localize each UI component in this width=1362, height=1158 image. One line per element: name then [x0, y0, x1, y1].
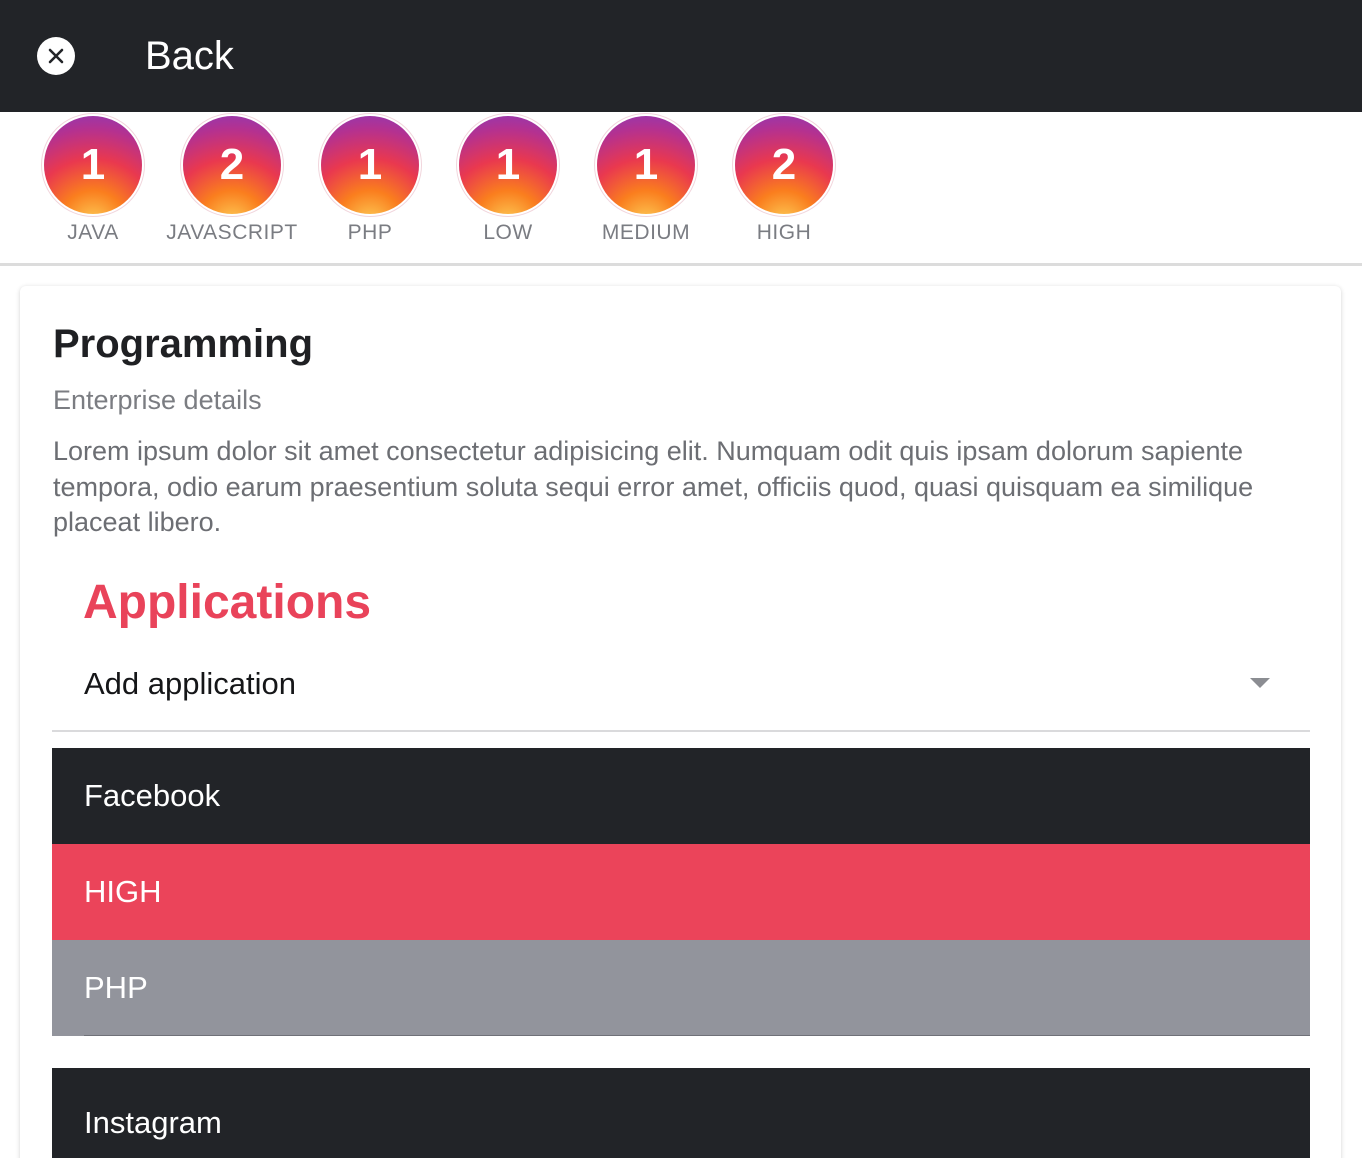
applications-heading: Applications [83, 576, 372, 629]
stat-count-badge: 2 [183, 116, 281, 214]
stat-java[interactable]: 1 JAVA [24, 116, 162, 245]
stat-label: HIGH [756, 221, 812, 244]
stat-label: PHP [347, 221, 393, 244]
application-name[interactable]: Facebook [52, 748, 1310, 844]
application-language[interactable]: PHP [52, 940, 1310, 1036]
top-toolbar: Back [0, 0, 1362, 112]
priority-label: HIGH [84, 874, 162, 909]
stat-count-badge: 2 [735, 116, 833, 214]
stat-javascript[interactable]: 2 JAVASCRIPT [163, 116, 301, 245]
stat-label: JAVA [67, 221, 119, 244]
stat-low[interactable]: 1 LOW [439, 116, 577, 245]
application-item-facebook: Facebook HIGH PHP [52, 748, 1310, 1036]
application-name-label: Instagram [84, 1105, 222, 1140]
stat-count-badge: 1 [321, 116, 419, 214]
close-button[interactable] [37, 37, 75, 75]
stats-bar: 1 JAVA 2 JAVASCRIPT 1 PHP 1 LOW 1 MEDIUM… [0, 112, 1362, 266]
application-priority[interactable]: HIGH [52, 844, 1310, 940]
stat-high[interactable]: 2 HIGH [715, 116, 853, 245]
card-title: Programming [53, 322, 314, 366]
card-subtitle: Enterprise details [53, 385, 262, 415]
card-description: Lorem ipsum dolor sit amet consectetur a… [53, 436, 1254, 537]
stat-label: MEDIUM [601, 221, 691, 244]
stat-medium[interactable]: 1 MEDIUM [577, 116, 715, 245]
stat-php[interactable]: 1 PHP [301, 116, 439, 245]
back-title[interactable]: Back [145, 32, 234, 80]
chevron-down-icon [1250, 678, 1270, 688]
stat-count-badge: 1 [44, 116, 142, 214]
stat-count-badge: 1 [597, 116, 695, 214]
language-label: PHP [84, 970, 148, 1005]
add-application-select[interactable]: Add application [52, 646, 1310, 732]
application-name[interactable]: Instagram [52, 1068, 1310, 1158]
stat-count-badge: 1 [459, 116, 557, 214]
application-item-instagram: Instagram [52, 1068, 1310, 1158]
select-label: Add application [84, 666, 296, 701]
stat-label: JAVASCRIPT [166, 221, 298, 244]
close-icon [48, 48, 64, 64]
enterprise-card: Programming Enterprise details Lorem ips… [20, 286, 1341, 1158]
stat-label: LOW [483, 221, 533, 244]
application-name-label: Facebook [84, 778, 221, 813]
